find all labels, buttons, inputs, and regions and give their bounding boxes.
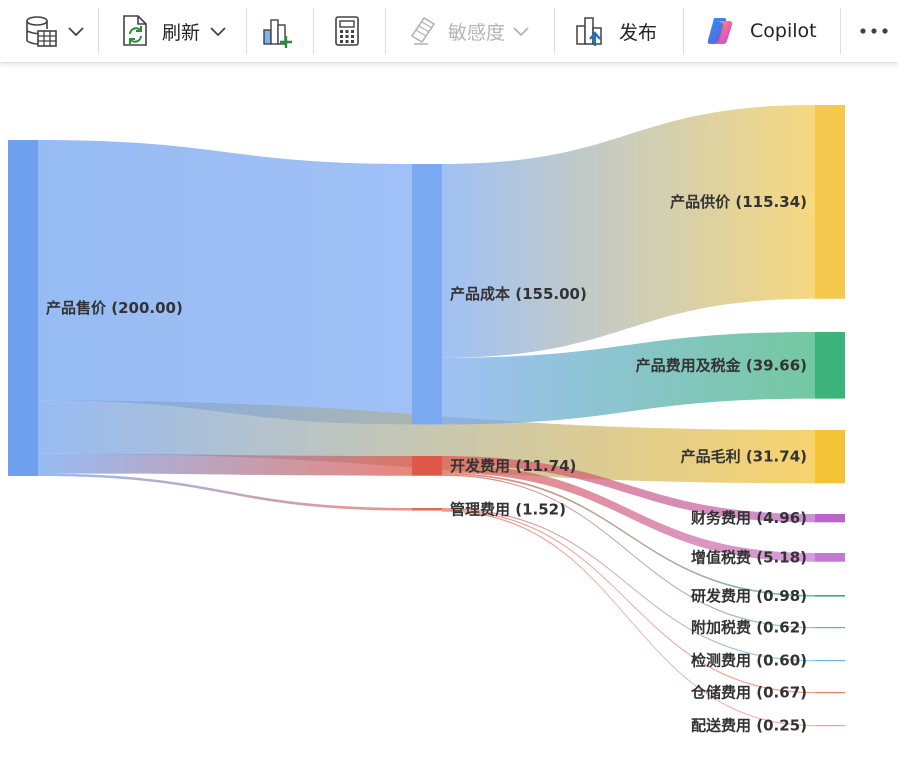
sankey-node-cost[interactable]: [412, 164, 442, 425]
data-button[interactable]: [24, 0, 90, 62]
sensitivity-label-icon: [410, 16, 436, 45]
refresh-label: 刷新: [162, 21, 201, 44]
sankey-node-margin[interactable]: [815, 430, 845, 484]
new-visual-button[interactable]: [262, 0, 298, 62]
node-label-rnd: 研发费用 (0.98): [691, 587, 807, 605]
node-label-supply: 产品供价 (115.34): [670, 193, 807, 211]
toolbar-separator: [554, 8, 555, 54]
node-label-sale: 产品售价 (200.00): [46, 299, 183, 317]
sankey-node-fee_tax[interactable]: [815, 332, 845, 399]
node-label-dev: 开发费用 (11.74): [450, 457, 576, 475]
node-label-margin: 产品毛利 (31.74): [681, 448, 807, 466]
calculator-icon: [335, 16, 359, 46]
publish-button[interactable]: 发布: [575, 0, 665, 62]
sankey-chart: 产品售价 (200.00) 产品成本 (155.00) 开发费用 (11.74) 管理…: [0, 62, 898, 757]
toolbar-separator: [840, 8, 841, 54]
copilot-button[interactable]: Copilot: [704, 0, 828, 62]
toolbar-separator: [385, 8, 386, 54]
sankey-svg: 产品售价 (200.00) 产品成本 (155.00) 开发费用 (11.74) 管理…: [8, 105, 845, 735]
copilot-label: Copilot: [750, 20, 817, 42]
sankey-node-finance[interactable]: [815, 514, 845, 523]
sankey-link-sale-mgmt[interactable]: [38, 473, 412, 511]
sankey-link-cost-supply[interactable]: [442, 105, 815, 358]
publish-icon: [576, 17, 602, 46]
copilot-icon: [707, 18, 733, 44]
database-table-icon: [26, 16, 57, 47]
sankey-node-delivery[interactable]: [815, 725, 845, 727]
toolbar-separator: [246, 8, 247, 54]
sankey-node-sale[interactable]: [8, 140, 38, 476]
sankey-node-surtax[interactable]: [815, 627, 845, 629]
sankey-link-sale-dev[interactable]: [38, 453, 412, 476]
toolbar-separator: [98, 8, 99, 54]
node-label-fee_tax: 产品费用及税金 (39.66): [636, 356, 807, 374]
sankey-node-rnd[interactable]: [815, 595, 845, 597]
sankey-node-inspect[interactable]: [815, 660, 845, 662]
sensitivity-button[interactable]: 敏感度: [408, 0, 544, 62]
node-label-delivery: 配送费用 (0.25): [691, 717, 807, 735]
sankey-node-storage[interactable]: [815, 692, 845, 694]
sensitivity-label: 敏感度: [448, 21, 506, 44]
sankey-link-mgmt-inspect[interactable]: [442, 508, 815, 662]
toolbar-separator: [313, 8, 314, 54]
publish-label: 发布: [619, 21, 658, 44]
node-label-cost: 产品成本 (155.00): [450, 285, 587, 303]
node-label-mgmt: 管理费用 (1.52): [450, 500, 566, 518]
refresh-button[interactable]: 刷新: [120, 0, 238, 62]
sankey-node-vat[interactable]: [815, 553, 845, 562]
ribbon-toolbar: 刷新 敏感度 发布 Copilot: [0, 0, 898, 63]
more-icon: [860, 28, 888, 34]
chevron-down-icon: [513, 27, 529, 37]
add-visual-icon: [263, 19, 292, 48]
node-label-vat: 增值税费 (5.18): [691, 548, 807, 566]
sankey-node-mgmt[interactable]: [412, 508, 442, 511]
node-label-inspect: 检测费用 (0.60): [691, 652, 807, 670]
new-measure-button[interactable]: [334, 0, 364, 62]
sankey-link-sale-cost[interactable]: [38, 140, 412, 425]
toolbar-separator: [683, 8, 684, 54]
node-label-storage: 仓储费用 (0.67): [690, 684, 807, 702]
more-options-button[interactable]: [858, 0, 894, 62]
node-label-finance: 财务费用 (4.96): [691, 509, 807, 527]
sankey-node-dev[interactable]: [412, 456, 442, 476]
chevron-down-icon: [210, 27, 226, 37]
refresh-icon: [123, 15, 147, 46]
node-label-surtax: 附加税费 (0.62): [691, 619, 807, 637]
chevron-down-icon: [68, 27, 84, 37]
sankey-node-supply[interactable]: [815, 105, 845, 299]
